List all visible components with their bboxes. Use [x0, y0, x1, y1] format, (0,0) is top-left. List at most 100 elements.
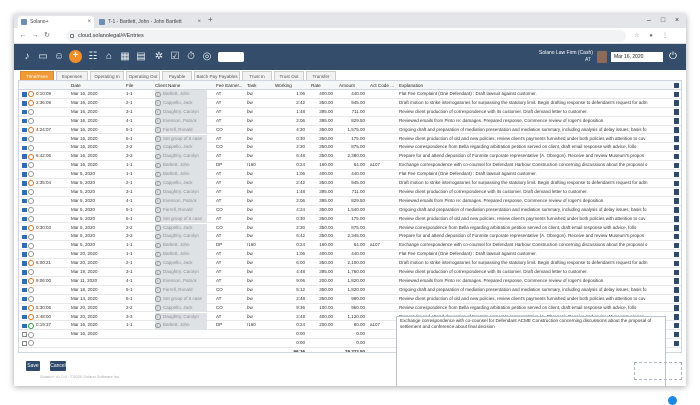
cell-working[interactable]: 4:24 [275, 206, 305, 215]
cell-task[interactable]: I160 [247, 161, 275, 170]
cell-date[interactable]: Mar 5, 2020 [71, 224, 125, 233]
trash-icon[interactable] [674, 180, 679, 186]
cell-amount[interactable]: 1,120.00 [339, 313, 365, 322]
row-timer-icon[interactable] [28, 313, 34, 320]
cell-rate[interactable]: 400.00 [311, 313, 333, 322]
cell-exp[interactable]: Reviewed emails from Pinto re: damages. … [399, 117, 669, 126]
client-info-icon[interactable]: i [155, 278, 161, 284]
cell-act[interactable] [370, 232, 398, 241]
table-row[interactable]: Mar 16, 2020 6-1 Set group of 5 case AT bw 0:… [19, 134, 681, 144]
column-header-9[interactable]: Explanation [399, 81, 669, 90]
table-row[interactable]: 5:30:06 Mar 20, 2020 2-2 Cappello, Jack CO bw… [19, 303, 681, 313]
cell-task[interactable]: bw [247, 143, 275, 152]
cell-amount[interactable]: 945.00 [339, 179, 365, 188]
subtab-batch-pay-payables[interactable]: Batch Pay Payables [194, 71, 240, 80]
trash-icon[interactable] [674, 296, 679, 302]
cell-client[interactable]: Bartlett, John [163, 250, 223, 259]
row-checkbox[interactable] [22, 198, 27, 204]
cell-file[interactable]: 3-3 [126, 232, 154, 241]
row-checkbox[interactable] [22, 92, 27, 97]
row-timer-icon[interactable] [28, 144, 34, 151]
cell-task[interactable]: bw [247, 126, 275, 135]
cell-fee[interactable]: CO [216, 224, 246, 233]
table-row[interactable]: 6:00:21 Mar 20, 2020 2-1 Cappello, Jack AT bw… [19, 259, 681, 268]
cell-task[interactable]: bw [247, 295, 275, 304]
cell-task[interactable]: bw [247, 215, 275, 224]
table-row[interactable]: 4:24:07 Mar 16, 2020 5-1 Farrell, Ronald CO b… [19, 125, 681, 135]
profile-icon[interactable]: ● [646, 30, 656, 42]
cell-amount[interactable]: 960.00 [339, 304, 365, 313]
client-info-icon[interactable]: i [155, 153, 161, 160]
maximize-icon[interactable]: □ [656, 14, 670, 28]
client-info-icon[interactable]: i [155, 100, 161, 106]
row-checkbox[interactable] [22, 118, 27, 124]
cell-task[interactable]: bw [247, 224, 275, 233]
cell-file[interactable]: 2-2 [126, 143, 154, 152]
cell-amount[interactable]: 2,345.00 [339, 232, 365, 241]
cell-exp[interactable]: Ongoing draft and preparation of mediati… [399, 206, 669, 215]
client-info-icon[interactable]: i [155, 198, 161, 204]
cell-amount[interactable]: 440.00 [339, 170, 365, 179]
cell-client[interactable]: Daughtry, Carolyn [163, 152, 223, 161]
trash-icon[interactable] [674, 269, 679, 275]
contacts-icon[interactable]: ☷ [86, 49, 100, 65]
cell-client[interactable]: Daughtry, Carolyn [163, 188, 223, 197]
cell-file[interactable] [126, 330, 154, 339]
subtab-operating-in[interactable]: Operating In [90, 71, 124, 80]
cell-working[interactable]: 5:12 [275, 286, 305, 295]
cell-rate[interactable]: 350.00 [311, 206, 333, 215]
cell-rate[interactable]: 200.00 [311, 321, 333, 330]
calendar-icon[interactable]: ▦ [118, 49, 132, 65]
row-timer-icon[interactable] [28, 269, 34, 276]
cell-client[interactable]: Evenson, Patrick [163, 117, 223, 126]
cell-task[interactable]: bw [247, 117, 275, 126]
cell-fee[interactable]: AT [216, 117, 246, 126]
table-row[interactable]: Mar 14, 2020 6-1 Set group of 5 case AT bw 2:… [19, 294, 681, 304]
cell-act[interactable]: a107 [370, 241, 398, 250]
cell-amount[interactable]: 875.00 [339, 143, 365, 152]
cell-working[interactable]: 2:48 [275, 313, 305, 322]
cell-working[interactable]: 6:00 [275, 259, 305, 268]
client-info-icon[interactable]: i [155, 322, 161, 329]
cell-rate[interactable]: 400.00 [311, 250, 333, 259]
reports-icon[interactable]: ▤ [134, 49, 148, 65]
trash-icon[interactable] [674, 322, 679, 329]
cell-act[interactable] [370, 259, 398, 268]
cell-file[interactable]: 1-1 [126, 321, 154, 330]
row-timer-icon[interactable] [28, 126, 34, 133]
row-checkbox[interactable] [22, 136, 27, 142]
row-timer-icon[interactable] [28, 295, 34, 302]
cell-working[interactable]: 4:48 [275, 268, 305, 277]
cell-task[interactable]: bw [247, 206, 275, 215]
cell-fee[interactable]: CO [216, 126, 246, 135]
row-checkbox[interactable] [22, 163, 27, 168]
cell-client[interactable]: Cappello, Jack [163, 99, 223, 108]
cell-working[interactable]: 0:24 [275, 241, 305, 250]
cell-act[interactable] [370, 90, 398, 99]
cell-client[interactable]: Daughtry, Carolyn [163, 268, 223, 277]
cell-rate[interactable]: 350.00 [311, 295, 333, 304]
row-checkbox[interactable] [22, 216, 27, 222]
cell-amount[interactable]: 875.00 [339, 224, 365, 233]
cell-rate[interactable] [311, 330, 333, 339]
cell-file[interactable]: 3-1 [126, 188, 154, 197]
cell-client[interactable]: Bartlett, John [163, 170, 223, 179]
table-row[interactable]: Mar 5, 2020 6-1 Set group of 5 case AT bw 0:3… [19, 214, 681, 224]
trash-icon[interactable] [674, 82, 679, 88]
trash-icon[interactable] [674, 260, 679, 267]
cell-date[interactable]: Mar 16, 2020 [71, 330, 125, 339]
trash-icon[interactable] [674, 340, 679, 347]
cell-fee[interactable]: AT [216, 277, 246, 286]
cell-working[interactable]: 1:48 [275, 108, 305, 117]
folder-icon[interactable]: ▭ [36, 49, 50, 65]
cell-exp[interactable]: Exchange correspondence with co-counsel … [399, 161, 669, 170]
row-checkbox[interactable] [22, 145, 27, 151]
trash-icon[interactable] [674, 314, 679, 320]
cell-file[interactable]: 6-1 [126, 215, 154, 224]
row-checkbox[interactable] [22, 314, 27, 320]
cell-fee[interactable]: AT [216, 197, 246, 206]
cell-task[interactable]: bw [247, 179, 275, 188]
cell-working[interactable]: 1:06 [275, 90, 305, 99]
column-header-8[interactable]: Act Code ... [370, 81, 398, 90]
cell-file[interactable]: 3-1 [126, 108, 154, 117]
